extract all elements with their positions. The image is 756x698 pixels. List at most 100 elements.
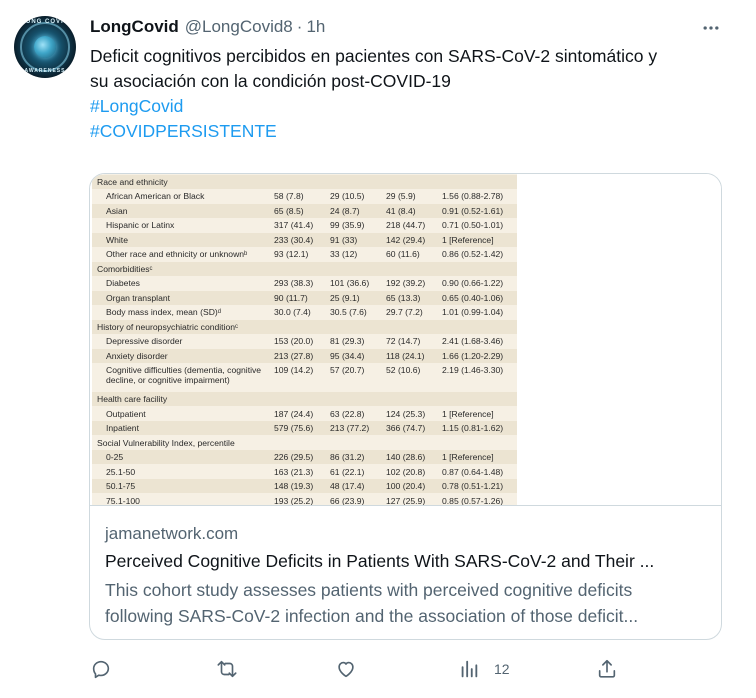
table-row-label: Cognitive difficulties (dementia, cognit… (106, 365, 262, 385)
table-cell: 0.78 (0.51-1.21) (442, 481, 504, 491)
table-cell: 0.86 (0.52-1.42) (442, 249, 504, 259)
table-row: Diabetes 293 (38.3) 101 (36.6) 192 (39.2) 0.… (92, 276, 517, 290)
table-cell: 317 (41.4) (274, 220, 314, 230)
table-row: African American or Black 58 (7.8) 29 (10.… (92, 189, 517, 203)
table-cell: 66 (23.9) (330, 495, 365, 506)
table-cell: 140 (28.6) (386, 452, 426, 462)
table-row-label: Diabetes (106, 278, 140, 288)
table-cell: 1.01 (0.99-1.04) (442, 307, 504, 317)
views-icon (461, 660, 478, 678)
table-cell: 148 (19.3) (274, 481, 314, 491)
heart-icon (338, 661, 354, 678)
retweet-button[interactable] (216, 656, 238, 682)
table-cell: 218 (44.7) (386, 220, 426, 230)
table-document-image: Male333 (43.5)111 (40.1)206 (41.8)1 [Ref… (92, 174, 517, 506)
table-cell: 93 (12.1) (274, 249, 309, 259)
table-cell: 213 (77.2) (330, 423, 370, 433)
more-icon (703, 26, 719, 30)
table-row: Body mass index, mean (SD)ᵈ 30.0 (7.4) 30.… (92, 305, 517, 319)
table-row-label: 50.1-75 (106, 481, 136, 491)
table-row: 75.1-100 193 (25.2) 66 (23.9) 127 (25.9) 0.8… (92, 494, 517, 506)
table-cell: 60 (11.6) (386, 249, 420, 259)
author-name[interactable]: LongCovid (90, 17, 179, 37)
table-cell: 81 (29.3) (330, 336, 365, 346)
reply-icon (92, 660, 110, 679)
table-cell: 293 (38.3) (274, 278, 314, 288)
table-cell: 102 (20.8) (386, 466, 426, 477)
like-button[interactable] (335, 656, 357, 682)
share-button[interactable] (596, 656, 618, 682)
more-options-button[interactable] (700, 18, 722, 38)
action-bar: 12 (0, 652, 756, 686)
table-cell: 1 [Reference] (442, 234, 494, 245)
tweet-text-line: su asociación con la condición post-COVI… (90, 71, 451, 91)
table-cell: 99 (35.9) (330, 220, 365, 230)
table-row-label: Organ transplant (106, 292, 171, 303)
table-cell: 52 (10.6) (386, 365, 421, 375)
table-row-label: Health care facility (97, 394, 168, 404)
table-row: History of neuropsychiatric conditionᶜ (92, 319, 517, 334)
table-row-label: Hispanic or Latinx (106, 220, 175, 230)
reply-button[interactable] (90, 656, 112, 682)
author-handle[interactable]: @LongCovid8 (185, 17, 293, 37)
hashtag-link[interactable]: #COVIDPERSISTENTE (90, 119, 740, 144)
tweet-time[interactable]: 1h (306, 17, 325, 37)
table-cell: 124 (25.3) (386, 408, 426, 419)
table-cell: 193 (25.2) (274, 495, 314, 506)
table-row: Cognitive difficulties (dementia, cognit… (92, 363, 517, 390)
card-domain: jamanetwork.com (105, 524, 239, 543)
table-cell: 65 (13.3) (386, 292, 421, 303)
table-row-label: White (106, 234, 128, 245)
tweet[interactable]: LONG COVID AWARENESS LongCovid @LongCovi… (0, 0, 756, 698)
table-cell: 41 (8.4) (386, 205, 416, 216)
link-card[interactable]: Male333 (43.5)111 (40.1)206 (41.8)1 [Ref… (89, 173, 722, 640)
table-row: Health care facility (92, 392, 517, 406)
table-row: Depressive disorder 153 (20.0) 81 (29.3) 72… (92, 334, 517, 348)
card-image[interactable]: Male333 (43.5)111 (40.1)206 (41.8)1 [Ref… (90, 174, 721, 506)
table-cell: 0.90 (0.66-1.22) (442, 278, 504, 288)
views-button[interactable]: 12 (458, 656, 510, 682)
table-row-label: 25.1-50 (106, 466, 136, 477)
table-row: 0-25 226 (29.5) 86 (31.2) 140 (28.6) 1 [Refe… (92, 450, 517, 464)
table-cell: 1.56 (0.88-2.78) (442, 191, 504, 201)
table-cell: 63 (22.8) (330, 408, 365, 419)
table-row-label: Other race and ethnicity or unknownᵇ (106, 249, 248, 259)
avatar-text-bottom: AWARENESS (24, 68, 66, 74)
table-cell: 29 (10.5) (330, 191, 365, 201)
share-icon (598, 659, 616, 678)
table-cell: 142 (29.4) (386, 234, 426, 245)
table-row-label: 0-25 (106, 452, 124, 462)
table-cell: 366 (74.7) (386, 423, 426, 433)
table-cell: 118 (24.1) (386, 350, 425, 361)
avatar[interactable]: LONG COVID AWARENESS (14, 16, 76, 78)
card-description: This cohort study assesses patients with… (105, 577, 705, 629)
table-cell: 2.19 (1.46-3.30) (442, 365, 504, 375)
hashtag-link[interactable]: #LongCovid (90, 94, 740, 119)
table-cell: 163 (21.3) (274, 466, 314, 477)
table-cell: 30.0 (7.4) (274, 307, 311, 317)
table-cell: 86 (31.2) (330, 452, 365, 462)
retweet-icon (217, 660, 237, 678)
table-cell: 29.7 (7.2) (386, 307, 423, 317)
table-cell: 0.87 (0.64-1.48) (442, 466, 504, 477)
table-cell: 1 [Reference] (442, 408, 494, 419)
table-row-label: Comorbiditiesᶜ (97, 263, 153, 274)
table-cell: 187 (24.4) (274, 408, 314, 419)
views-count: 12 (494, 661, 510, 677)
card-description-line: following SARS-CoV-2 infection and the a… (105, 606, 639, 626)
table-cell: 61 (22.1) (330, 466, 365, 477)
table-cell: 72 (14.7) (386, 336, 421, 346)
table-row: Inpatient 579 (75.6) 213 (77.2) 366 (74.7) 1… (92, 421, 517, 435)
table-row-label: Depressive disorder (106, 336, 183, 346)
table-row: Organ transplant 90 (11.7) 25 (9.1) 65 (13.… (92, 290, 517, 305)
table-row-label: Race and ethnicity (97, 176, 168, 187)
table-row: Hispanic or Latinx 317 (41.4) 99 (35.9) 218… (92, 218, 517, 232)
table-row: Social Vulnerability Index, percentile (92, 436, 517, 450)
table-cell: 2.41 (1.68-3.46) (442, 336, 504, 346)
card-title[interactable]: Perceived Cognitive Deficits in Patients… (105, 551, 705, 572)
table-cell: 48 (17.4) (330, 481, 365, 491)
separator-dot: · (296, 17, 303, 36)
table-cell: 58 (7.8) (274, 191, 304, 201)
tweet-header: LongCovid @LongCovid8 · 1h (90, 16, 325, 38)
table-cell: 0.71 (0.50-1.01) (442, 220, 504, 230)
